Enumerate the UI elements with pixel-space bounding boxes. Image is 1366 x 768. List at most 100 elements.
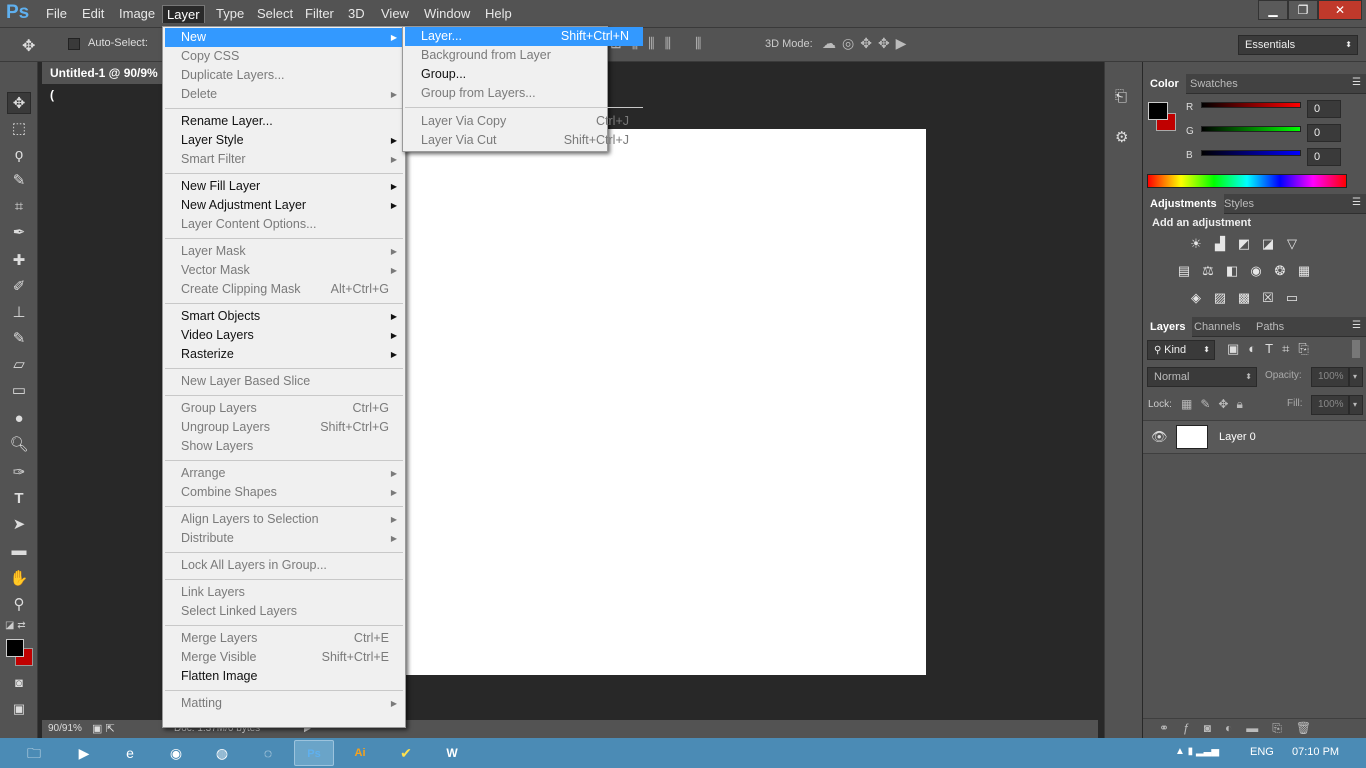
canvas[interactable] xyxy=(406,129,926,675)
menu-filter[interactable]: Filter xyxy=(301,5,338,23)
quick-mask-icon[interactable]: ◙ xyxy=(7,672,31,694)
menu-item-new-fill-layer[interactable]: New Fill Layer ▶ xyxy=(165,177,403,196)
fill-input[interactable]: 100% xyxy=(1311,395,1349,415)
dodge-tool-icon[interactable]: 🔍︎ xyxy=(7,434,31,456)
tray-icons[interactable]: ▲ ▮ ▂▃▅ xyxy=(1175,746,1219,757)
pen-tool-icon[interactable]: ✑ xyxy=(7,462,31,484)
menu-item-rename-layer[interactable]: Rename Layer... xyxy=(165,112,403,131)
history-brush-tool-icon[interactable]: ✎ xyxy=(7,328,31,350)
menu-file[interactable]: File xyxy=(42,5,71,23)
tab-adjustments[interactable]: Adjustments xyxy=(1143,194,1224,214)
tab-paths[interactable]: Paths xyxy=(1249,317,1291,337)
history-panel-icon[interactable]: ⎗ xyxy=(1115,88,1127,105)
color-spectrum[interactable] xyxy=(1147,174,1347,188)
screen-mode-icon[interactable]: ▣ xyxy=(7,698,31,720)
language-indicator[interactable]: ENG xyxy=(1250,746,1274,758)
kind-filter-dropdown[interactable]: ⚲ Kind ⬍ xyxy=(1147,340,1215,360)
layer-name[interactable]: Layer 0 xyxy=(1219,431,1256,443)
tab-styles[interactable]: Styles xyxy=(1217,194,1261,214)
menu-item-layer-style[interactable]: Layer Style ▶ xyxy=(165,131,403,150)
panel-menu-icon[interactable]: ☰ xyxy=(1352,197,1361,208)
tab-channels[interactable]: Channels xyxy=(1187,317,1247,337)
firefox-icon[interactable]: ◍ xyxy=(202,740,242,766)
word-icon[interactable]: W xyxy=(432,740,472,766)
threshold-icon[interactable]: ▩ xyxy=(1235,290,1253,306)
path-select-tool-icon[interactable]: ➤ xyxy=(7,514,31,536)
g-value-input[interactable]: 0 xyxy=(1307,124,1341,142)
filter-toggle[interactable] xyxy=(1352,340,1360,358)
zoom-level[interactable]: 90/91% xyxy=(48,723,82,734)
exposure-icon[interactable]: ◪ xyxy=(1259,236,1277,252)
r-slider[interactable] xyxy=(1201,102,1301,108)
internet-explorer-icon[interactable]: e xyxy=(110,740,150,766)
illustrator-taskbar-icon[interactable]: Ai xyxy=(340,740,380,766)
hue-saturation-icon[interactable]: ▤ xyxy=(1175,263,1193,279)
hand-tool-icon[interactable]: ✋ xyxy=(7,568,31,590)
lasso-tool-icon[interactable]: ϙ xyxy=(7,144,31,166)
menu-item-new-adjustment-layer[interactable]: New Adjustment Layer ▶ xyxy=(165,196,403,215)
levels-icon[interactable]: ▟ xyxy=(1211,236,1229,252)
menu-3d[interactable]: 3D xyxy=(344,5,369,23)
color-balance-icon[interactable]: ⚖ xyxy=(1199,263,1217,279)
rectangle-tool-icon[interactable]: ▬ xyxy=(7,540,31,562)
panel-menu-icon[interactable]: ☰ xyxy=(1352,77,1361,88)
healing-brush-tool-icon[interactable]: ✚ xyxy=(7,250,31,272)
document-tab[interactable]: Untitled-1 @ 90/9% ( xyxy=(42,62,164,102)
blender-icon[interactable]: ◌ xyxy=(248,740,288,766)
color-fg-swatch[interactable] xyxy=(1148,102,1168,120)
brush-tool-icon[interactable]: ✐ xyxy=(7,276,31,298)
chrome-icon[interactable]: ◉ xyxy=(156,740,196,766)
menu-item-rasterize[interactable]: Rasterize ▶ xyxy=(165,345,403,364)
fill-arrow-icon[interactable]: ▾ xyxy=(1349,395,1363,415)
tab-layers[interactable]: Layers xyxy=(1143,317,1193,337)
default-colors-icon[interactable]: ◪ ⇄ xyxy=(5,620,26,631)
type-tool-icon[interactable]: T xyxy=(7,488,31,510)
panel-menu-icon[interactable]: ☰ xyxy=(1352,320,1361,331)
menu-type[interactable]: Type xyxy=(212,5,248,23)
quick-select-tool-icon[interactable]: ✎ xyxy=(7,170,31,192)
crop-tool-icon[interactable]: ⌗ xyxy=(7,196,31,218)
tab-swatches[interactable]: Swatches xyxy=(1183,74,1245,94)
vibrance-icon[interactable]: ▽ xyxy=(1283,236,1301,252)
menu-edit[interactable]: Edit xyxy=(78,5,108,23)
3d-mode-icons[interactable]: ☁◎✥✥▶ xyxy=(822,35,912,52)
menu-item-group[interactable]: Group... xyxy=(405,65,643,84)
layer-filter-icons[interactable]: ▣◐T⌗⎘ xyxy=(1227,341,1318,357)
zoom-tool-icon[interactable]: ⚲ xyxy=(7,594,31,616)
move-tool-icon[interactable]: ✥ xyxy=(22,36,35,56)
eyedropper-tool-icon[interactable]: ✒ xyxy=(7,222,31,244)
file-explorer-icon[interactable]: 🗀 xyxy=(14,740,54,766)
invert-icon[interactable]: ◈ xyxy=(1187,290,1205,306)
channel-mixer-icon[interactable]: ❂ xyxy=(1271,263,1289,279)
minimize-button[interactable]: ▁ xyxy=(1258,0,1288,20)
menu-item-flatten-image[interactable]: Flatten Image xyxy=(165,667,403,686)
clock[interactable]: 07:10 PM xyxy=(1292,746,1339,758)
auto-select-checkbox[interactable] xyxy=(68,38,80,50)
eraser-tool-icon[interactable]: ▱ xyxy=(7,354,31,376)
menu-select[interactable]: Select xyxy=(253,5,297,23)
menu-item-new[interactable]: New ▶ xyxy=(165,28,403,47)
posterize-icon[interactable]: ▨ xyxy=(1211,290,1229,306)
curves-icon[interactable]: ◩ xyxy=(1235,236,1253,252)
tab-color[interactable]: Color xyxy=(1143,74,1186,94)
opacity-input[interactable]: 100% xyxy=(1311,367,1349,387)
properties-panel-icon[interactable]: ⚙ xyxy=(1115,128,1128,146)
color-lookup-icon[interactable]: ▦ xyxy=(1295,263,1313,279)
r-value-input[interactable]: 0 xyxy=(1307,100,1341,118)
opacity-arrow-icon[interactable]: ▾ xyxy=(1349,367,1363,387)
brightness-contrast-icon[interactable]: ☀ xyxy=(1187,236,1205,252)
menu-item-smart-objects[interactable]: Smart Objects ▶ xyxy=(165,307,403,326)
move-tool-icon[interactable]: ✥ xyxy=(7,92,31,114)
menu-help[interactable]: Help xyxy=(481,5,516,23)
visibility-eye-icon[interactable]: 👁︎ xyxy=(1151,429,1168,445)
norton-icon[interactable]: ✔ xyxy=(386,740,426,766)
marquee-tool-icon[interactable]: ⬚ xyxy=(7,118,31,140)
menu-layer[interactable]: Layer xyxy=(162,5,205,23)
menu-view[interactable]: View xyxy=(377,5,413,23)
clone-stamp-tool-icon[interactable]: ⊥ xyxy=(7,302,31,324)
menu-item-video-layers[interactable]: Video Layers ▶ xyxy=(165,326,403,345)
menu-image[interactable]: Image xyxy=(115,5,159,23)
foreground-color-swatch[interactable] xyxy=(6,639,24,657)
b-value-input[interactable]: 0 xyxy=(1307,148,1341,166)
photoshop-taskbar-icon[interactable]: Ps xyxy=(294,740,334,766)
